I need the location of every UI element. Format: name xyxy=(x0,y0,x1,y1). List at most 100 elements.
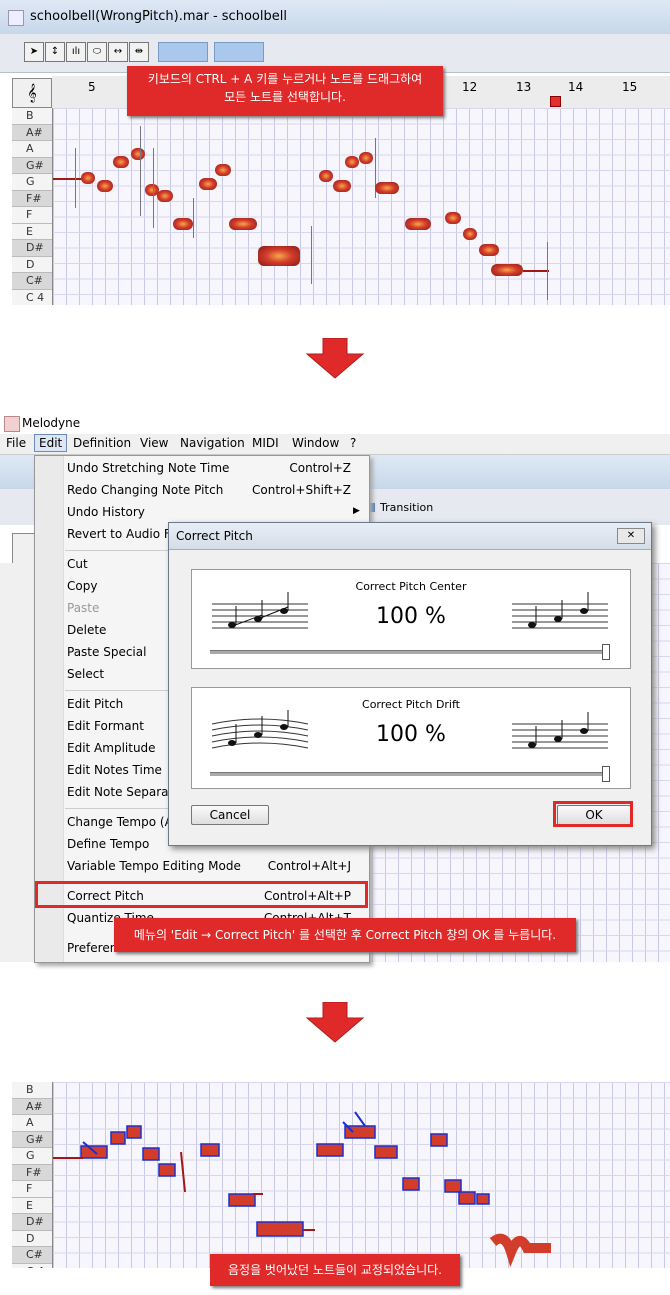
note-blob[interactable] xyxy=(333,180,351,192)
key-label: A# xyxy=(12,1098,52,1115)
pitch-curve xyxy=(523,270,549,272)
result-pitch-key-column: B A# A G# G F# F E D# D C# C 4 xyxy=(12,1082,53,1268)
menu-item-edit-pitch[interactable]: Edit Pitch xyxy=(67,697,123,711)
title-bar: schoolbell(WrongPitch).mar - schoolbell xyxy=(0,0,670,35)
center-slider-thumb[interactable] xyxy=(602,644,610,660)
formant-tool-icon[interactable]: ılı xyxy=(66,42,86,62)
menu-item-redo[interactable]: Redo Changing Note Pitch xyxy=(67,483,223,497)
note-blob[interactable] xyxy=(199,178,217,190)
key-label: E xyxy=(12,224,52,240)
note-grid[interactable] xyxy=(53,108,670,305)
menu-item-paste-special[interactable]: Paste Special xyxy=(67,645,146,659)
note-separator xyxy=(153,148,154,228)
note-blob[interactable] xyxy=(359,152,373,164)
key-label: C# xyxy=(12,273,52,290)
menu-item-edit-notes-time[interactable]: Edit Notes Time xyxy=(67,763,162,777)
ruler-bar-15: 15 xyxy=(622,80,638,94)
menu-item-undo[interactable]: Undo Stretching Note Time xyxy=(67,461,229,475)
melodyne-logo-icon xyxy=(4,416,20,432)
note-blob[interactable] xyxy=(319,170,333,182)
menu-item-edit-note-separation[interactable]: Edit Note Separatio xyxy=(67,785,184,799)
note-blob[interactable] xyxy=(215,164,231,176)
menu-item-change-tempo[interactable]: Change Tempo (Au xyxy=(67,815,180,829)
macro-button-1[interactable] xyxy=(158,42,208,62)
key-label: B xyxy=(12,108,52,125)
app-title: Melodyne xyxy=(22,416,81,430)
note-blob[interactable] xyxy=(491,264,523,276)
note-blob[interactable] xyxy=(345,156,359,168)
menu-view[interactable]: View xyxy=(140,436,168,450)
menu-item-revert[interactable]: Revert to Audio Fil xyxy=(67,527,177,541)
key-label: A# xyxy=(12,124,52,141)
menu-item-preferences[interactable]: Preferen xyxy=(67,941,117,955)
key-label: A xyxy=(12,141,52,158)
note-blob[interactable] xyxy=(463,228,477,240)
note-blob[interactable] xyxy=(479,244,499,256)
note-blob[interactable] xyxy=(157,190,173,202)
menu-item-delete[interactable]: Delete xyxy=(67,623,106,637)
key-label: G xyxy=(12,1148,52,1165)
note-blob[interactable] xyxy=(229,218,257,230)
note-blob[interactable] xyxy=(405,218,431,230)
key-label: C 4 xyxy=(12,1264,52,1269)
top-editor-window: schoolbell(WrongPitch).mar - schoolbell … xyxy=(0,0,670,305)
drift-slider-thumb[interactable] xyxy=(602,766,610,782)
key-label: C# xyxy=(12,1247,52,1264)
instruction-callout-select: 키보드의 CTRL + A 키를 누르거나 노트를 드래그하여 모든 노트를 선… xyxy=(127,66,443,116)
key-label: B xyxy=(12,1082,52,1099)
pitch-tool-icon[interactable]: ↕ xyxy=(45,42,65,62)
cancel-button[interactable]: Cancel xyxy=(191,805,269,825)
note-blob[interactable] xyxy=(173,218,193,230)
note-blob[interactable] xyxy=(97,180,113,192)
menu-item-variable-tempo[interactable]: Variable Tempo Editing Mode xyxy=(67,859,241,873)
note-blob[interactable] xyxy=(445,212,461,224)
menu-item-define-tempo[interactable]: Define Tempo xyxy=(67,837,149,851)
note-blob[interactable] xyxy=(113,156,129,168)
menu-file[interactable]: File xyxy=(6,436,26,450)
note-blob[interactable] xyxy=(258,246,300,266)
callout-line-2: 모든 노트를 선택합니다. xyxy=(224,90,346,104)
separation-tool-icon[interactable]: ⇹ xyxy=(129,42,149,62)
close-icon[interactable]: ✕ xyxy=(617,528,645,544)
menu-item-edit-formant[interactable]: Edit Formant xyxy=(67,719,144,733)
menu-help[interactable]: ? xyxy=(350,436,356,450)
menu-item-undo-history[interactable]: Undo History xyxy=(67,505,145,519)
menu-item-paste[interactable]: Paste xyxy=(67,601,99,615)
pitch-key-column: B A# A G# G F# F E D# D C# C 4 xyxy=(12,108,53,305)
corrected-note-grid[interactable] xyxy=(53,1082,670,1268)
menu-item-copy[interactable]: Copy xyxy=(67,579,97,593)
down-arrow-icon xyxy=(305,1002,365,1043)
time-tool-icon[interactable]: ↔ xyxy=(108,42,128,62)
center-panel: Correct Pitch Center 100 % xyxy=(191,569,631,669)
note-blob[interactable] xyxy=(131,148,145,160)
menu-window[interactable]: Window xyxy=(292,436,339,450)
correct-pitch-highlight xyxy=(35,881,368,908)
note-separator xyxy=(75,148,76,208)
staff-wavy-icon xyxy=(211,710,309,749)
down-arrow-icon xyxy=(305,338,365,379)
center-slider-track xyxy=(210,650,610,654)
amplitude-tool-icon[interactable]: ⬭ xyxy=(87,42,107,62)
key-label: G# xyxy=(12,157,52,174)
note-separator xyxy=(547,242,548,300)
callout-line-1: 키보드의 CTRL + A 키를 누르거나 노트를 드래그하여 xyxy=(147,72,423,86)
key-label: F xyxy=(12,1181,52,1198)
key-label: G# xyxy=(12,1131,52,1148)
menu-edit[interactable]: Edit xyxy=(34,434,68,452)
pointer-tool-icon[interactable]: ➤ xyxy=(24,42,44,62)
end-marker-icon[interactable] xyxy=(550,96,561,107)
menu-item-edit-amplitude[interactable]: Edit Amplitude xyxy=(67,741,156,755)
note-blob[interactable] xyxy=(81,172,95,184)
menu-definition[interactable]: Definition xyxy=(73,436,131,450)
note-separator xyxy=(140,126,141,216)
submenu-arrow-icon: ▶ xyxy=(353,506,360,516)
menu-item-select[interactable]: Select xyxy=(67,667,104,681)
menu-midi[interactable]: MIDI xyxy=(252,436,279,450)
keyboard-toggle-icon[interactable]: 𝄞 xyxy=(12,78,52,108)
menu-bar: File Edit Definition View Navigation MID… xyxy=(0,434,670,455)
menu-navigation[interactable]: Navigation xyxy=(180,436,245,450)
note-blob[interactable] xyxy=(375,182,399,194)
macro-button-2[interactable] xyxy=(214,42,264,62)
shortcut-undo: Control+Z xyxy=(289,461,351,475)
menu-item-cut[interactable]: Cut xyxy=(67,557,88,571)
